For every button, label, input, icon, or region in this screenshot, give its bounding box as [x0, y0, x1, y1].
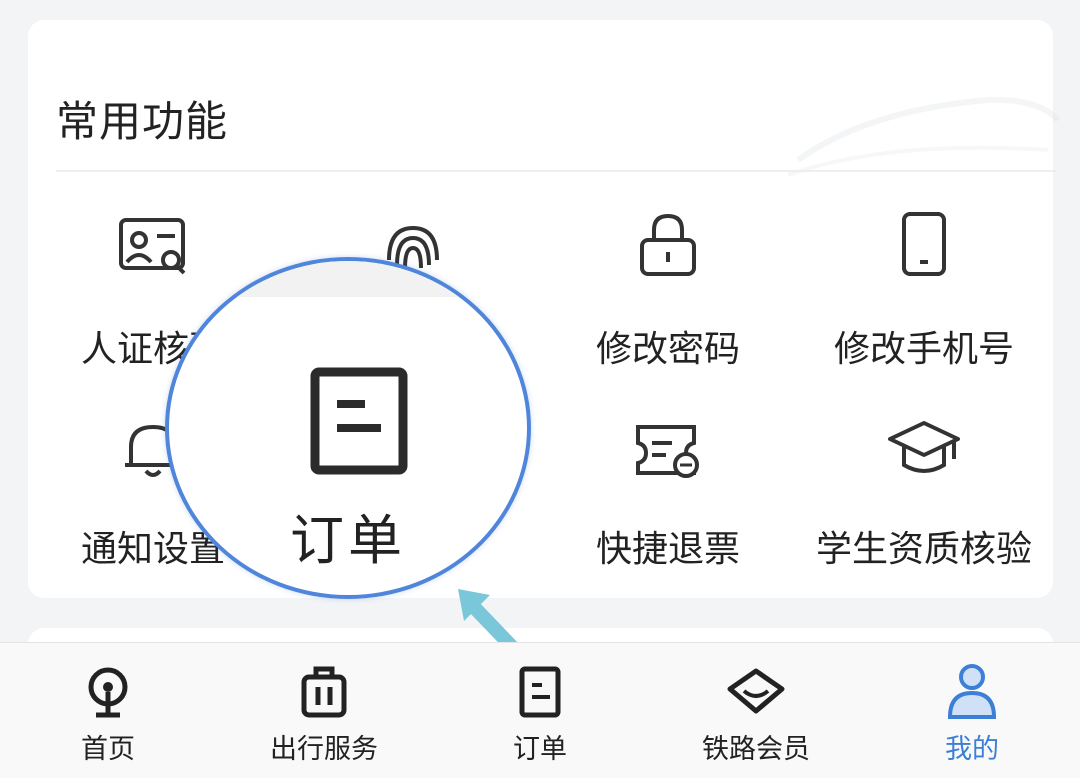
- feature-label: 学生资质核验: [815, 529, 1032, 570]
- tab-label: 铁路会员: [702, 734, 810, 765]
- tab-label: 首页: [81, 734, 135, 765]
- tab-railway-member[interactable]: 铁路会员: [648, 643, 864, 778]
- section-title: 常用功能: [56, 97, 229, 146]
- lock-icon: [640, 213, 696, 276]
- feature-label: 修改手机号: [833, 329, 1014, 370]
- tab-label: 我的: [945, 734, 999, 765]
- magnifier-label: 订单: [290, 509, 406, 572]
- feature-change-password[interactable]: 修改密码: [548, 210, 788, 370]
- diamond-icon: [727, 668, 785, 714]
- feature-change-phone[interactable]: 修改手机号: [804, 210, 1044, 370]
- tab-travel-services[interactable]: 出行服务: [216, 643, 432, 778]
- order-icon: [310, 367, 408, 475]
- tab-me[interactable]: 我的: [864, 643, 1080, 778]
- divider: [56, 170, 1056, 172]
- feature-label: 修改密码: [595, 329, 740, 370]
- feature-label: 快捷退票: [595, 529, 740, 570]
- bottom-tab-bar: 首页 出行服务 订单 铁路会员 我的: [0, 642, 1080, 778]
- tab-label: 订单: [513, 734, 567, 765]
- feature-student-verify[interactable]: 学生资质核验: [804, 415, 1044, 570]
- tab-orders[interactable]: 订单: [432, 643, 648, 778]
- order-icon: [519, 666, 561, 718]
- magnifier-callout: 订单: [165, 257, 531, 599]
- railway-logo-icon: [88, 667, 128, 718]
- graduation-cap-icon: [888, 421, 960, 473]
- luggage-icon: [301, 666, 347, 718]
- tab-home[interactable]: 首页: [0, 643, 216, 778]
- watermark-train-icon: [788, 96, 1061, 177]
- phone-icon: [902, 212, 946, 276]
- ticket-refund-icon: [636, 425, 699, 478]
- user-icon: [947, 664, 997, 719]
- tab-label: 出行服务: [270, 734, 378, 765]
- magnifier-band: [169, 261, 527, 297]
- feature-quick-refund[interactable]: 快捷退票: [548, 415, 788, 570]
